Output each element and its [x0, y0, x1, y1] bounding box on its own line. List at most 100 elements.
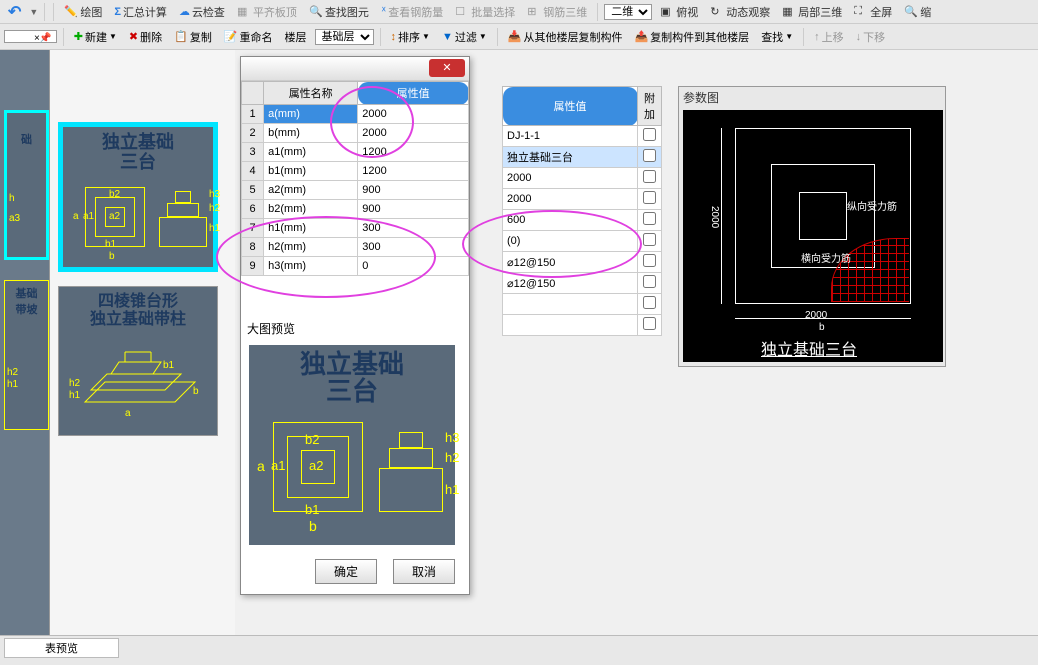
left-thumb-2[interactable]: 基础 带坡 h2 h1	[4, 280, 49, 430]
cad-caption: 独立基础三台	[761, 336, 857, 360]
prop-row-a(mm)[interactable]: 1a(mm)2000	[242, 105, 469, 124]
batch-select-button[interactable]: ☐批量选择	[451, 3, 519, 21]
copy-icon: 📋	[174, 30, 188, 43]
check-rebar-button[interactable]: ᕁ 查看钢筋量	[377, 3, 447, 21]
attach-checkbox-6[interactable]	[643, 254, 656, 267]
expand-icon: ⛶	[854, 5, 868, 19]
attach-checkbox-1[interactable]	[643, 149, 656, 162]
move-down-button[interactable]: ↓ 下移	[852, 28, 890, 46]
left-thumb-1[interactable]: 础 h a3	[4, 110, 49, 260]
rebar-3d-button[interactable]: ⊞钢筋三维	[523, 3, 591, 21]
table-preview-tab[interactable]: 表预览	[4, 638, 119, 658]
thumbnail-column: 独立基础三台 a a1 b2 a2 b1 b h3 h2 h1	[50, 50, 235, 635]
prop-row-a1(mm)[interactable]: 3a1(mm)1200	[242, 143, 469, 162]
dim-2000-h: 2000	[805, 310, 827, 321]
pencil-icon: ✏️	[64, 5, 78, 19]
mid-row-2[interactable]: 2000	[503, 168, 662, 189]
search-icon: 🔍	[309, 5, 323, 19]
dynamic-view-button[interactable]: ↻动态观察	[706, 3, 774, 21]
close-icon[interactable]: ×	[34, 33, 40, 44]
mid-col-value-header: 属性值	[503, 87, 638, 126]
sum-calc-button[interactable]: Σ 汇总计算	[110, 3, 171, 21]
h-rebar-label: 横向受力筋	[801, 250, 851, 265]
attach-checkbox-4[interactable]	[643, 212, 656, 225]
select-icon: ☐	[455, 5, 469, 19]
attach-checkbox-0[interactable]	[643, 128, 656, 141]
mid-row-5[interactable]: (0)	[503, 231, 662, 252]
view-mode-select[interactable]: 二维	[604, 4, 652, 20]
draw-button[interactable]: ✏️绘图	[60, 3, 106, 21]
full-screen-button[interactable]: ⛶全屏	[850, 3, 896, 21]
mid-row-8[interactable]	[503, 294, 662, 315]
cube-icon: ▣	[660, 5, 674, 19]
panel-tab[interactable]: 📌×	[4, 30, 57, 43]
cad-view: 2000 2000 b 纵向受力筋 横向受力筋 独立基础三台	[683, 110, 943, 362]
look-down-button[interactable]: ▣俯视	[656, 3, 702, 21]
mid-row-1[interactable]: 独立基础三台	[503, 147, 662, 168]
mid-row-6[interactable]: ⌀12@150	[503, 252, 662, 273]
status-bar: 表预览	[0, 635, 1038, 665]
dialog-titlebar[interactable]: ✕	[241, 57, 469, 81]
copy-to-floor-button[interactable]: 📤 复制构件到其他楼层	[630, 28, 753, 46]
mid-row-9[interactable]	[503, 315, 662, 336]
copy-from-floor-button[interactable]: 📥 从其他楼层复制构件	[504, 28, 627, 46]
align-top-button[interactable]: ▦平齐板顶	[233, 3, 301, 21]
attach-checkbox-8[interactable]	[643, 296, 656, 309]
mid-property-table: 属性值 附加 DJ-1-1独立基础三台20002000600(0)⌀12@150…	[502, 86, 662, 336]
zoom-icon: 🔍	[904, 5, 918, 19]
property-dialog: ✕ 属性名称 属性值 1a(mm)20002b(mm)20003a1(mm)12…	[240, 56, 470, 595]
attach-checkbox-9[interactable]	[643, 317, 656, 330]
prop-row-b1(mm)[interactable]: 4b1(mm)1200	[242, 162, 469, 181]
orbit-icon: ↻	[710, 5, 724, 19]
align-icon: ▦	[237, 5, 251, 19]
attach-checkbox-7[interactable]	[643, 275, 656, 288]
find-button[interactable]: 查找 ▼	[757, 28, 797, 46]
prop-row-b(mm)[interactable]: 2b(mm)2000	[242, 124, 469, 143]
sort-button[interactable]: ↕ 排序 ▼	[387, 28, 434, 46]
prop-row-h3(mm)[interactable]: 9h3(mm)0	[242, 257, 469, 276]
mid-row-0[interactable]: DJ-1-1	[503, 126, 662, 147]
up-icon: ↑	[814, 31, 820, 43]
export-icon: 📤	[634, 30, 648, 43]
rename-icon: 📝	[224, 30, 238, 43]
cancel-button[interactable]: 取消	[393, 559, 455, 584]
cloud-check-button[interactable]: ☁ 云检查	[175, 3, 229, 21]
find-elem-button[interactable]: 🔍查找图元	[305, 3, 373, 21]
attach-checkbox-2[interactable]	[643, 170, 656, 183]
foundation-thumb-2[interactable]: 四棱锥台形独立基础带柱 h2 h1 b1 b a	[58, 286, 218, 436]
main-toolbar: ↶ ▼ ✏️绘图 Σ 汇总计算 ☁ 云检查 ▦平齐板顶 🔍查找图元 ᕁ 查看钢筋…	[0, 0, 1038, 24]
foundation-thumb-1[interactable]: 独立基础三台 a a1 b2 a2 b1 b h3 h2 h1	[58, 122, 218, 272]
preview-label: 大图预览	[241, 316, 469, 341]
prop-row-a2(mm)[interactable]: 5a2(mm)900	[242, 181, 469, 200]
col-name-header: 属性名称	[264, 82, 358, 105]
attach-checkbox-3[interactable]	[643, 191, 656, 204]
filter-button[interactable]: ▼ 过滤 ▼	[438, 28, 491, 46]
secondary-toolbar: 📌× ✚ 新建 ▼ ✖ 删除 📋 复制 📝 重命名 楼层 基础层 ↕ 排序 ▼ …	[0, 24, 1038, 50]
mid-row-4[interactable]: 600	[503, 210, 662, 231]
rename-button[interactable]: 📝 重命名	[220, 28, 277, 46]
mid-col-attach-header: 附加	[638, 87, 662, 126]
grid-icon: ⊞	[527, 5, 541, 19]
attach-checkbox-5[interactable]	[643, 233, 656, 246]
mid-row-7[interactable]: ⌀12@150	[503, 273, 662, 294]
prop-row-b2(mm)[interactable]: 6b2(mm)900	[242, 200, 469, 219]
move-up-button[interactable]: ↑ 上移	[810, 28, 848, 46]
zoom-button[interactable]: 🔍缩	[900, 3, 935, 21]
copy-button[interactable]: 📋 复制	[170, 28, 216, 46]
mid-row-3[interactable]: 2000	[503, 189, 662, 210]
ok-button[interactable]: 确定	[315, 559, 377, 584]
pin-icon[interactable]: 📌	[39, 33, 51, 44]
floor-label: 楼层	[281, 28, 311, 46]
v-rebar-label: 纵向受力筋	[847, 198, 897, 213]
mid-property-panel: 属性值 附加 DJ-1-1独立基础三台20002000600(0)⌀12@150…	[502, 86, 662, 336]
local-3d-button[interactable]: ▦局部三维	[778, 3, 846, 21]
floor-select[interactable]: 基础层	[315, 29, 374, 45]
prop-row-h2(mm)[interactable]: 8h2(mm)300	[242, 238, 469, 257]
prop-row-h1(mm)[interactable]: 7h1(mm)300	[242, 219, 469, 238]
undo-button[interactable]: ↶	[4, 1, 25, 23]
delete-button[interactable]: ✖ 删除	[125, 28, 166, 46]
dialog-close-button[interactable]: ✕	[429, 59, 465, 77]
box-icon: ▦	[782, 5, 796, 19]
funnel-icon: ▼	[442, 31, 453, 43]
new-button[interactable]: ✚ 新建 ▼	[70, 28, 121, 46]
